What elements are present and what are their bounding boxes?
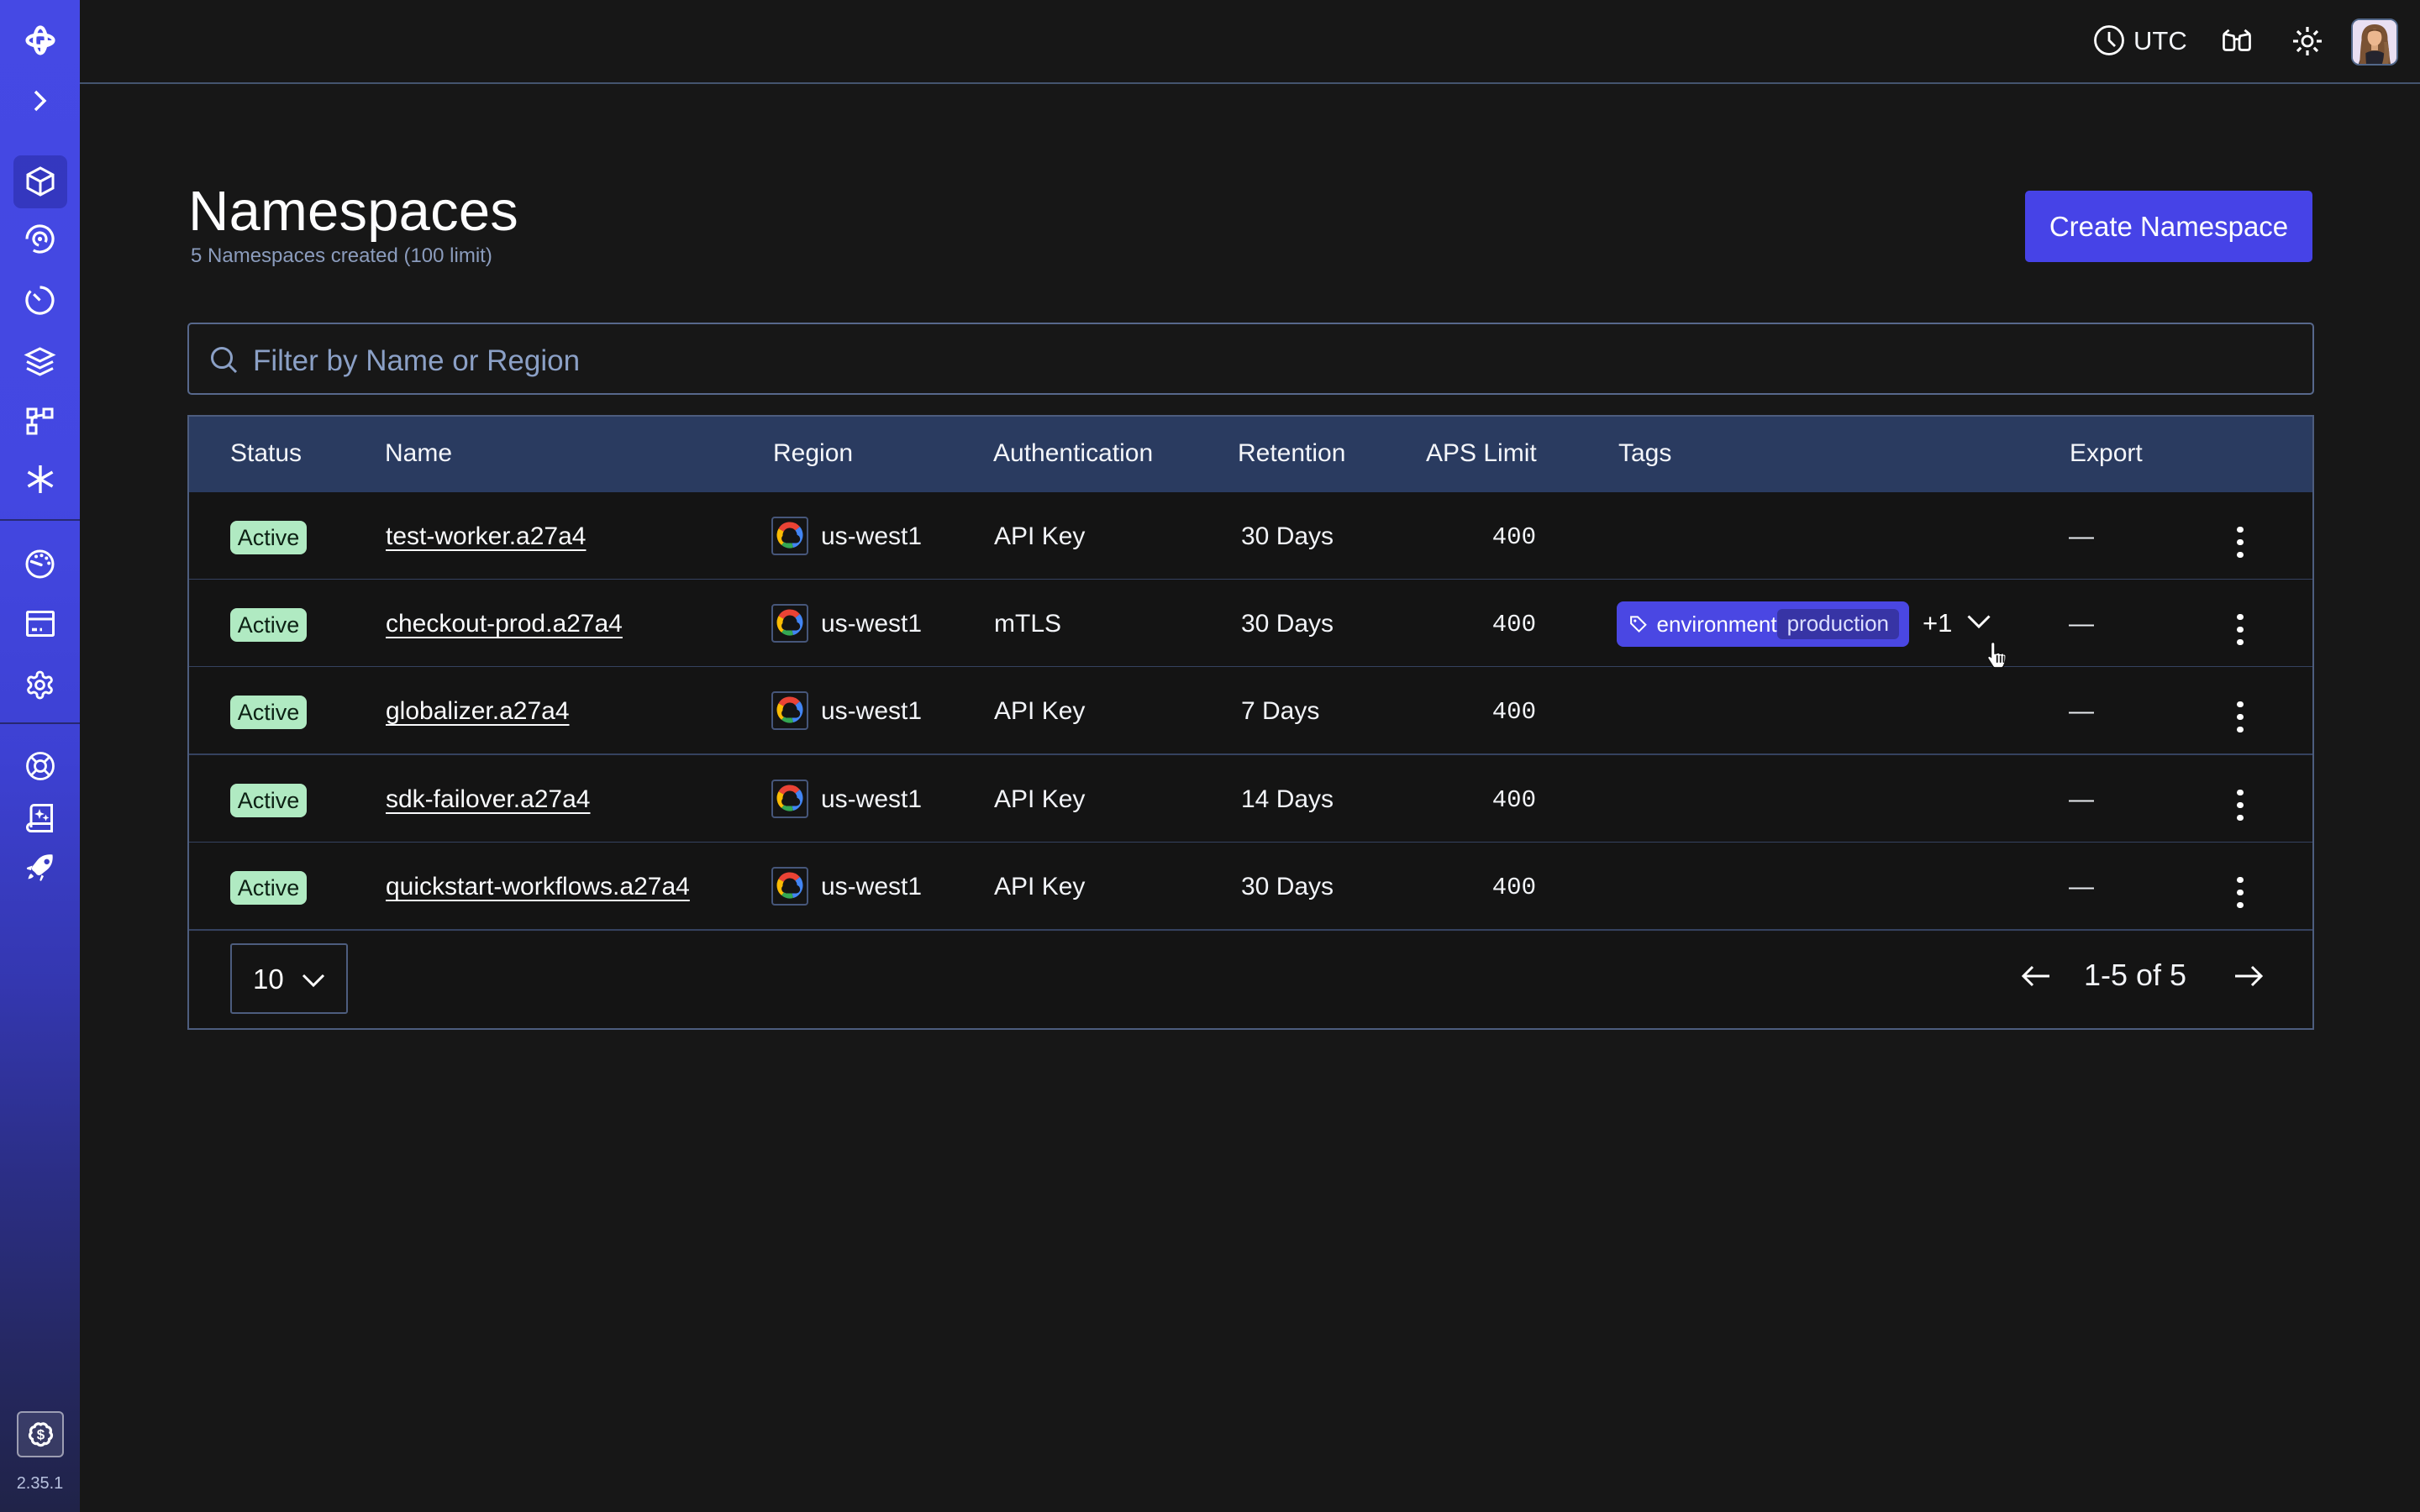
svg-text:$: $ <box>37 1427 45 1443</box>
